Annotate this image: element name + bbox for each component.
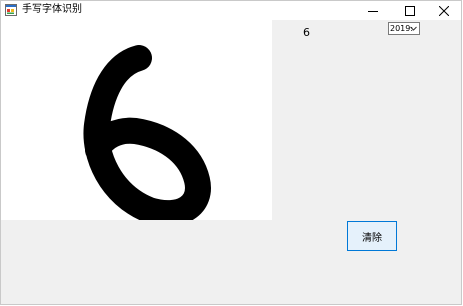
clear-button[interactable]: 清除 <box>347 221 397 251</box>
close-icon <box>439 5 449 16</box>
clear-button-label: 清除 <box>362 232 382 244</box>
handwritten-stroke <box>83 45 211 227</box>
model-select[interactable]: 2019: <box>388 22 420 35</box>
maximize-icon <box>405 5 415 16</box>
maximize-button[interactable] <box>393 1 427 20</box>
close-button[interactable] <box>427 1 461 20</box>
app-window: 手写字体识别 6 2019: 清除 <box>0 0 462 305</box>
minimize-button[interactable] <box>356 1 390 20</box>
window-title: 手写字体识别 <box>22 4 82 15</box>
minimize-icon <box>368 10 378 12</box>
chevron-down-icon <box>410 26 417 31</box>
title-bar[interactable]: 手写字体识别 <box>1 1 461 20</box>
app-form-icon <box>5 4 17 16</box>
prediction-label: 6 <box>303 26 310 39</box>
drawing-canvas[interactable] <box>1 20 272 227</box>
